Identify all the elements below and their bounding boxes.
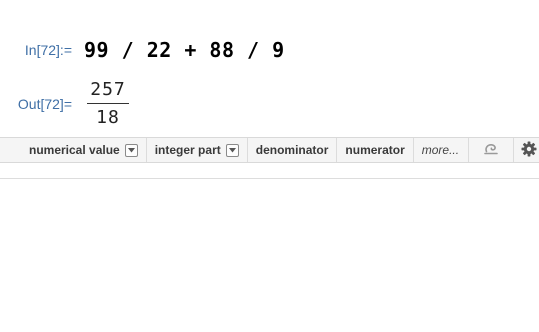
- suggestion-label: integer part: [154, 143, 221, 157]
- suggestion-label: numerical value: [29, 143, 120, 157]
- suggestions-cycle-button[interactable]: [469, 138, 515, 162]
- more-suggestions-link[interactable]: more...: [414, 138, 470, 162]
- fraction-bar: [87, 103, 129, 104]
- fraction-numerator: 257: [90, 79, 126, 100]
- suggestion-denominator[interactable]: denominator: [248, 138, 338, 162]
- suggestion-label: denominator: [255, 143, 329, 157]
- input-cell-label: In[72]:=: [24, 42, 72, 58]
- fraction-denominator: 18: [96, 107, 120, 128]
- suggestions-settings-button[interactable]: [514, 138, 539, 162]
- dropdown-arrow-icon[interactable]: [124, 143, 138, 157]
- suggestion-label: numerator: [345, 143, 405, 157]
- suggestion-numerical-value[interactable]: numerical value: [0, 138, 147, 162]
- gear-icon: [521, 141, 537, 160]
- suggestion-integer-part[interactable]: integer part: [147, 138, 248, 162]
- cell-divider: [0, 178, 539, 179]
- dropdown-arrow-icon[interactable]: [225, 143, 239, 157]
- output-cell-label: Out[72]=: [17, 96, 72, 112]
- output-fraction: 257 18: [86, 79, 130, 129]
- suggestions-bar: numerical value integer part denominator…: [0, 137, 539, 163]
- suggestion-numerator[interactable]: numerator: [337, 138, 414, 162]
- input-expression[interactable]: 99 / 22 + 88 / 9: [84, 38, 285, 62]
- suggestions-cycle-icon: [483, 142, 499, 159]
